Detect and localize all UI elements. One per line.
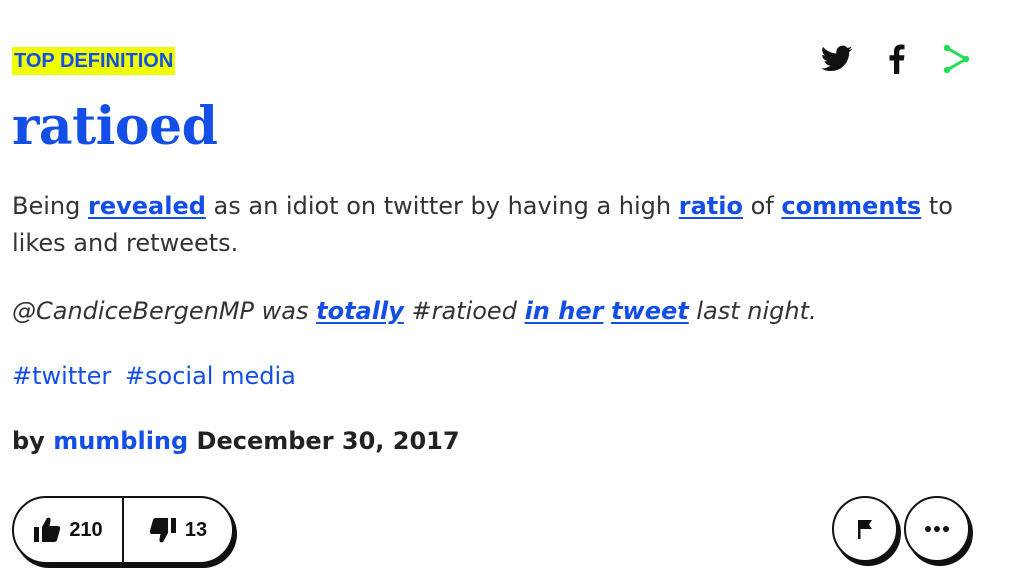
downvote-button[interactable]: 13 bbox=[124, 498, 232, 562]
link-comments[interactable]: comments bbox=[781, 192, 921, 220]
link-revealed[interactable]: revealed bbox=[88, 192, 206, 220]
tag-list: #twitter #social media bbox=[12, 358, 302, 394]
more-icon bbox=[925, 526, 949, 532]
thumbs-up-icon bbox=[34, 517, 61, 542]
author-link[interactable]: mumbling bbox=[53, 427, 188, 455]
top-definition-badge: TOP DEFINITION bbox=[12, 47, 176, 75]
link-in-her[interactable]: in her bbox=[525, 297, 604, 325]
definition-meaning: Being revealed as an idiot on twitter by… bbox=[12, 192, 953, 257]
more-options-button[interactable] bbox=[904, 496, 970, 562]
vote-group: 210 13 bbox=[12, 496, 234, 564]
thumbs-down-icon bbox=[149, 518, 176, 543]
tag-social-media[interactable]: #social media bbox=[125, 362, 296, 390]
tag-twitter[interactable]: #twitter bbox=[12, 362, 111, 390]
link-totally[interactable]: totally bbox=[316, 297, 404, 325]
upvote-button[interactable]: 210 bbox=[14, 498, 124, 562]
post-date: December 30, 2017 bbox=[188, 427, 460, 455]
definition-example: @CandiceBergenMP was totally #ratioed in… bbox=[12, 297, 817, 325]
link-ratio[interactable]: ratio bbox=[679, 192, 743, 220]
upvote-count: 210 bbox=[69, 518, 103, 541]
twitter-icon[interactable] bbox=[820, 42, 854, 76]
flag-icon bbox=[858, 520, 872, 539]
share-bar bbox=[820, 42, 974, 76]
byline: by mumbling December 30, 2017 bbox=[12, 427, 460, 455]
flag-button[interactable] bbox=[832, 496, 898, 562]
facebook-icon[interactable] bbox=[880, 42, 914, 76]
word-title[interactable]: ratioed bbox=[12, 92, 218, 162]
share-icon[interactable] bbox=[940, 42, 974, 76]
link-tweet[interactable]: tweet bbox=[611, 297, 689, 325]
downvote-count: 13 bbox=[184, 518, 208, 541]
